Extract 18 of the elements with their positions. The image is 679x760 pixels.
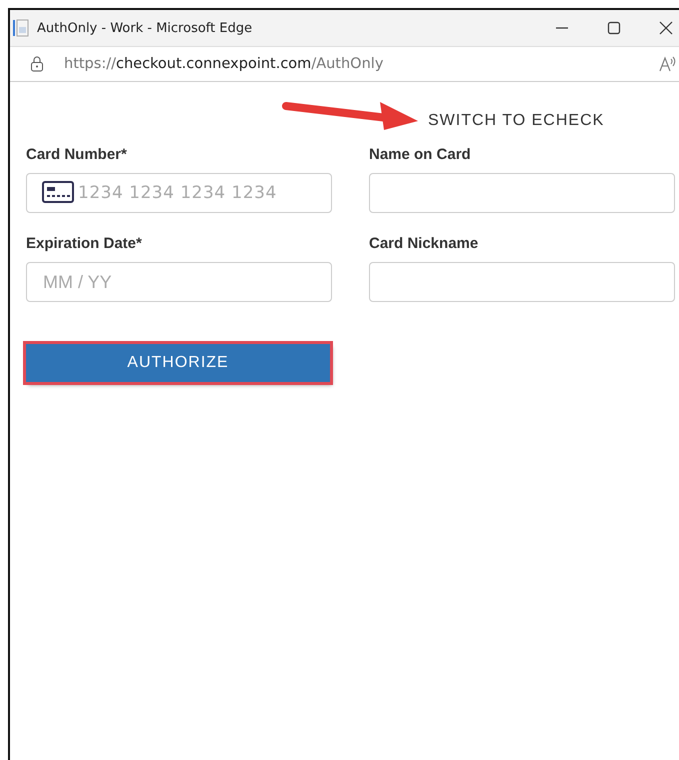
maximize-icon[interactable]: [607, 21, 621, 35]
lock-icon: [30, 56, 44, 72]
input-field[interactable]: [369, 173, 675, 213]
field-label: Expiration Date*: [26, 235, 143, 252]
field-label: Name on Card: [369, 146, 472, 163]
switch-to-echeck-link[interactable]: SWITCH TO ECHECK: [428, 112, 604, 130]
authorize-button[interactable]: AUTHORIZE: [26, 344, 330, 382]
close-icon[interactable]: [659, 21, 673, 35]
card-icon: [42, 181, 74, 203]
input-field[interactable]: 1234 1234 1234 1234: [26, 173, 332, 213]
field-label: Card Number*: [26, 146, 128, 163]
field-label: Card Nickname: [369, 235, 480, 252]
input-field[interactable]: MM / YY: [26, 262, 332, 302]
window-title: AuthOnly - Work - Microsoft Edge: [37, 20, 252, 36]
input-field[interactable]: [369, 262, 675, 302]
read-aloud-icon[interactable]: [659, 56, 677, 72]
url-text[interactable]: https://checkout.connexpoint.com/AuthOnly: [64, 56, 384, 72]
page-icon: [13, 19, 29, 37]
